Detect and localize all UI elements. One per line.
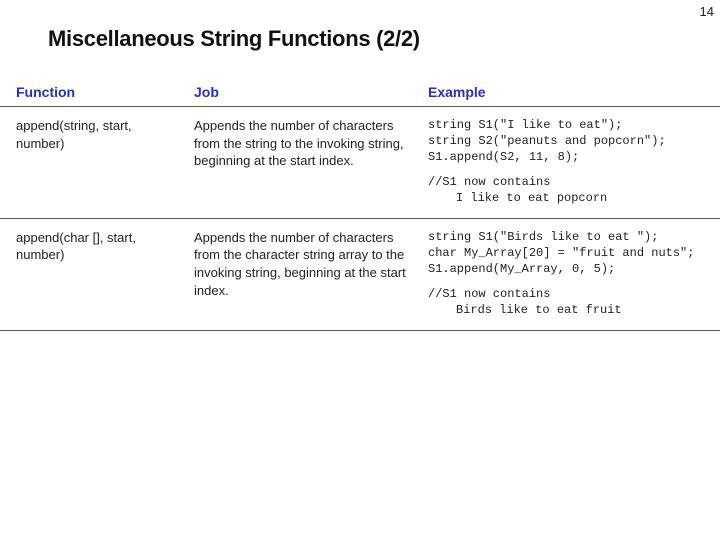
code-result: Birds like to eat fruit	[428, 302, 720, 318]
cell-example: string S1("Birds like to eat "); char My…	[420, 229, 720, 318]
code-line: string S2("peanuts and popcorn");	[428, 133, 720, 149]
code-line: S1.append(My_Array, 0, 5);	[428, 261, 720, 277]
functions-table: Function Job Example append(string, star…	[0, 80, 720, 331]
cell-example: string S1("I like to eat"); string S2("p…	[420, 117, 720, 206]
code-line: string S1("Birds like to eat ");	[428, 229, 720, 245]
code-line: string S1("I like to eat");	[428, 117, 720, 133]
cell-job: Appends the number of characters from th…	[190, 117, 420, 206]
table-row: append(string, start, number) Appends th…	[0, 107, 720, 219]
code-comment: //S1 now contains	[428, 174, 720, 190]
cell-function: append(char [], start, number)	[0, 229, 190, 318]
code-line: char My_Array[20] = "fruit and nuts";	[428, 245, 720, 261]
page-number: 14	[700, 4, 714, 19]
table-header-row: Function Job Example	[0, 80, 720, 107]
page-title: Miscellaneous String Functions (2/2)	[48, 26, 420, 52]
cell-job: Appends the number of characters from th…	[190, 229, 420, 318]
code-result: I like to eat popcorn	[428, 190, 720, 206]
code-line: S1.append(S2, 11, 8);	[428, 149, 720, 165]
code-comment: //S1 now contains	[428, 286, 720, 302]
cell-function: append(string, start, number)	[0, 117, 190, 206]
header-job: Job	[190, 84, 420, 100]
header-function: Function	[0, 84, 190, 100]
table-row: append(char [], start, number) Appends t…	[0, 219, 720, 331]
header-example: Example	[420, 84, 720, 100]
